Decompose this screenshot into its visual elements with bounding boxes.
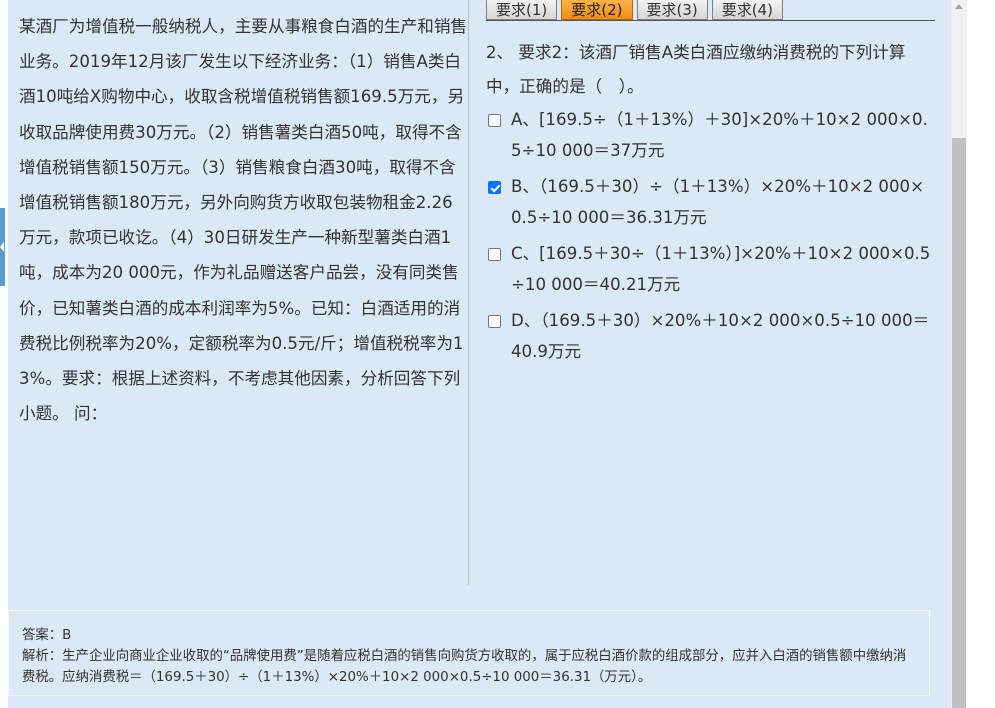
option-d-checkbox[interactable] bbox=[488, 315, 501, 328]
answer-explanation-box: 答案：B 解析：生产企业向商业企业收取的“品牌使用费”是随着应税白酒的销售向购货… bbox=[8, 610, 930, 696]
arrow-up-icon[interactable] bbox=[955, 4, 963, 9]
option-a[interactable]: A、[169.5÷（1＋13%）＋30]×20%＋10×2 000×0.5÷10… bbox=[486, 104, 938, 166]
question-stem: 2、 要求2：该酒厂销售A类白酒应缴纳消费税的下列计算中，正确的是（ ）。 bbox=[486, 43, 906, 96]
option-a-label: A、[169.5÷（1＋13%）＋30]×20%＋10×2 000×0.5÷10… bbox=[511, 110, 928, 160]
explanation-text: 解析：生产企业向商业企业收取的“品牌使用费”是随着应税白酒的销售向购货方收取的，… bbox=[22, 649, 907, 685]
tab-requirement-4[interactable]: 要求(4) bbox=[711, 0, 783, 20]
vertical-scrollbar[interactable] bbox=[951, 0, 967, 708]
option-a-checkbox[interactable] bbox=[488, 114, 501, 127]
option-c-checkbox[interactable] bbox=[488, 248, 501, 261]
option-c-label: C、[169.5＋30÷（1＋13%）]×20%＋10×2 000×0.5÷10… bbox=[511, 244, 931, 294]
collapse-panel-tab[interactable] bbox=[0, 208, 5, 286]
tab-requirement-1[interactable]: 要求(1) bbox=[486, 0, 558, 20]
answer-text: 答案：B bbox=[22, 628, 72, 643]
tab-requirement-2[interactable]: 要求(2) bbox=[561, 0, 633, 20]
panel-divider bbox=[468, 0, 469, 585]
option-b-label: B、（169.5＋30）÷（1＋13%）×20%＋10×2 000×0.5÷10… bbox=[511, 177, 925, 227]
option-list: A、[169.5÷（1＋13%）＋30]×20%＋10×2 000×0.5÷10… bbox=[486, 104, 938, 372]
tab-requirement-3[interactable]: 要求(3) bbox=[636, 0, 708, 20]
tabs-underline bbox=[486, 20, 935, 21]
option-c[interactable]: C、[169.5＋30÷（1＋13%）]×20%＋10×2 000×0.5÷10… bbox=[486, 238, 938, 300]
scrollbar-thumb[interactable] bbox=[952, 138, 966, 708]
option-b[interactable]: B、（169.5＋30）÷（1＋13%）×20%＋10×2 000×0.5÷10… bbox=[486, 171, 938, 233]
option-b-checkbox[interactable] bbox=[488, 181, 501, 194]
option-d[interactable]: D、（169.5＋30）×20%＋10×2 000×0.5÷10 000＝40.… bbox=[486, 305, 938, 367]
case-material-text: 某酒厂为增值税一般纳税人，主要从事粮食白酒的生产和销售业务。2019年12月该厂… bbox=[19, 17, 468, 424]
question-tabs: 要求(1) 要求(2) 要求(3) 要求(4) bbox=[486, 0, 787, 20]
page: 某酒厂为增值税一般纳税人，主要从事粮食白酒的生产和销售业务。2019年12月该厂… bbox=[0, 0, 995, 708]
option-d-label: D、（169.5＋30）×20%＋10×2 000×0.5÷10 000＝40.… bbox=[511, 311, 930, 361]
